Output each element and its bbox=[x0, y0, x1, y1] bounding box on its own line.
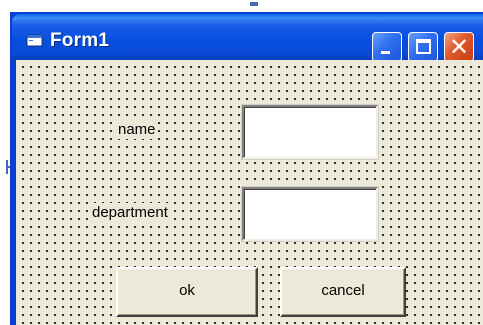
department-input[interactable] bbox=[241, 186, 379, 242]
title-bar[interactable]: Form1 ✕ bbox=[12, 14, 483, 62]
window-title: Form1 bbox=[50, 30, 110, 51]
close-button[interactable]: ✕ bbox=[444, 32, 474, 62]
name-input[interactable] bbox=[241, 104, 379, 160]
resize-handle-top[interactable] bbox=[250, 2, 258, 6]
designer-canvas: Form1 ✕ name department ok cancel bbox=[0, 0, 483, 325]
ok-button[interactable]: ok bbox=[116, 267, 258, 317]
form-window-icon bbox=[26, 34, 44, 48]
form-client-area: name department ok cancel bbox=[16, 60, 483, 325]
department-label: department bbox=[90, 203, 170, 222]
minimize-button[interactable] bbox=[372, 32, 402, 62]
maximize-icon bbox=[416, 39, 431, 54]
cancel-button[interactable]: cancel bbox=[280, 267, 406, 317]
minimize-icon bbox=[381, 51, 390, 54]
form-window: Form1 ✕ name department ok cancel bbox=[10, 12, 483, 325]
name-label: name bbox=[116, 120, 158, 139]
maximize-button[interactable] bbox=[408, 32, 438, 62]
close-icon: ✕ bbox=[449, 33, 470, 61]
